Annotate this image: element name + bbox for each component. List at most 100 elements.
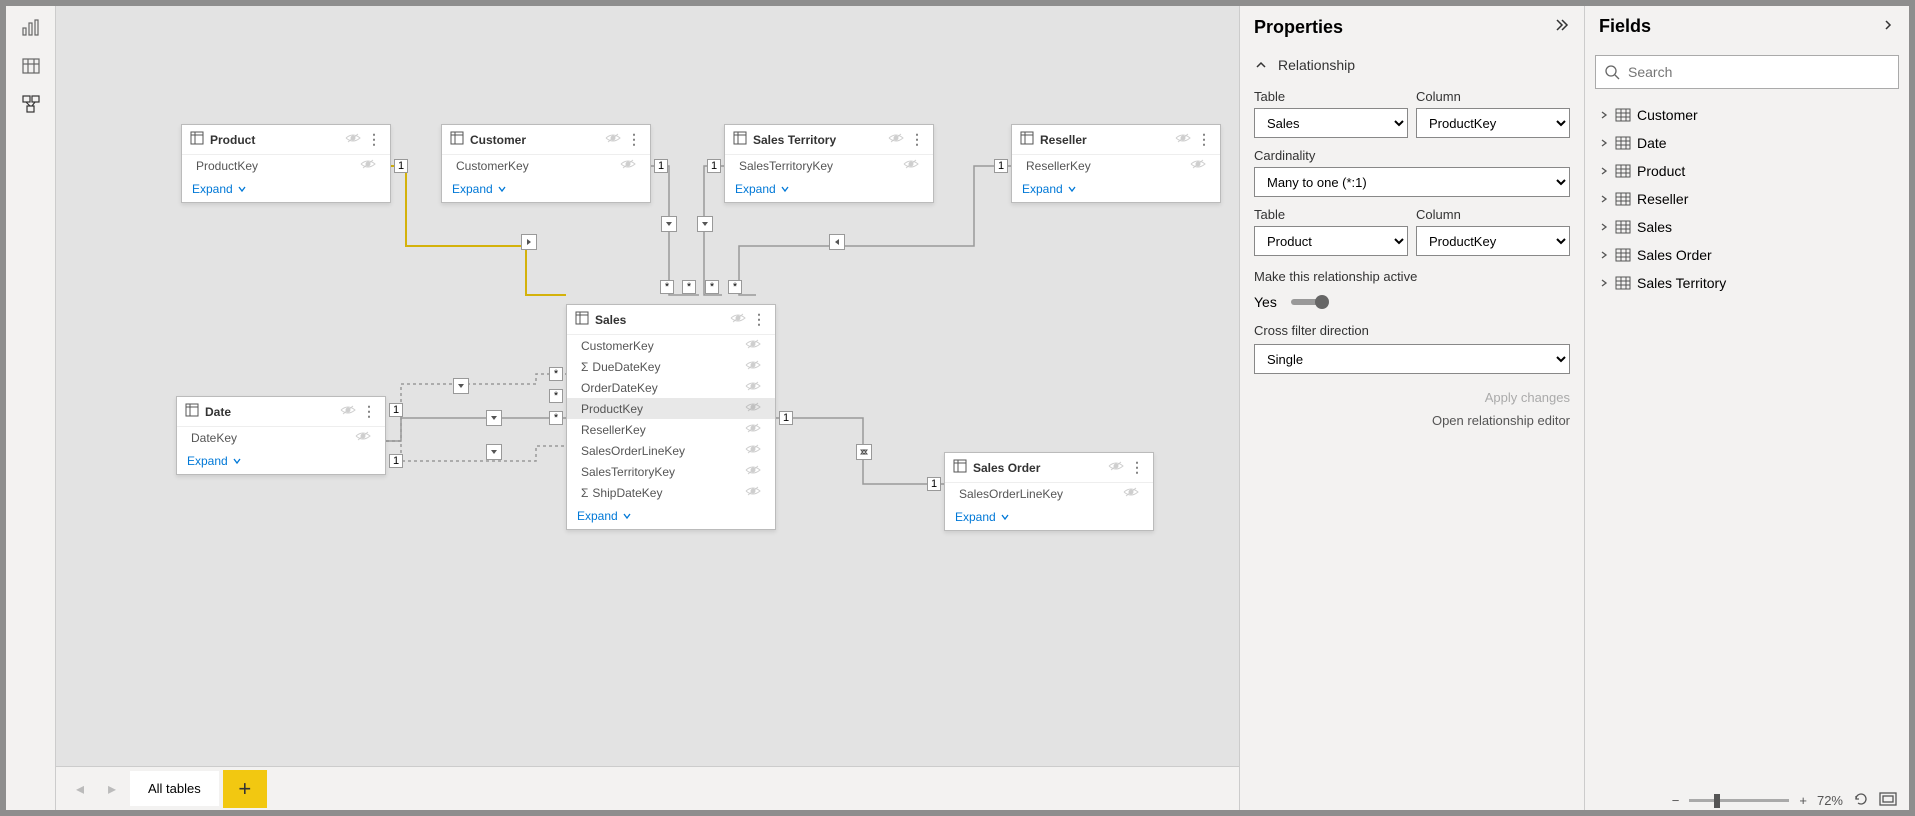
filter-direction-icon[interactable] xyxy=(661,216,677,232)
cross-select[interactable]: Single xyxy=(1254,344,1570,374)
visibility-icon[interactable] xyxy=(620,158,636,173)
data-view-icon[interactable] xyxy=(21,56,41,76)
filter-direction-icon[interactable] xyxy=(856,444,872,460)
expand-link[interactable]: Expand xyxy=(182,176,390,202)
chevron-right-icon[interactable] xyxy=(1881,16,1895,37)
field-row[interactable]: SalesOrderLineKey xyxy=(945,483,1153,504)
table-card-territory[interactable]: Sales Territory⋮SalesTerritoryKeyExpand xyxy=(724,124,934,203)
expand-link[interactable]: Expand xyxy=(1012,176,1220,202)
field-row[interactable]: CustomerKey xyxy=(567,335,775,356)
more-icon[interactable]: ⋮ xyxy=(1197,131,1212,148)
filter-direction-icon[interactable] xyxy=(453,378,469,394)
expand-link[interactable]: Expand xyxy=(442,176,650,202)
column2-select[interactable]: ProductKey xyxy=(1416,226,1570,256)
visibility-icon[interactable] xyxy=(345,132,361,147)
visibility-icon[interactable] xyxy=(1123,486,1139,501)
field-table-item[interactable]: Customer xyxy=(1595,101,1899,129)
search-box[interactable] xyxy=(1595,55,1899,89)
table1-select[interactable]: Sales xyxy=(1254,108,1408,138)
prev-page-button[interactable]: ◂ xyxy=(66,775,94,803)
table-card-salesorder[interactable]: Sales Order⋮SalesOrderLineKeyExpand xyxy=(944,452,1154,531)
table-card-reseller[interactable]: Reseller⋮ResellerKeyExpand xyxy=(1011,124,1221,203)
expand-link[interactable]: Expand xyxy=(725,176,933,202)
expand-link[interactable]: Expand xyxy=(177,448,385,474)
visibility-icon[interactable] xyxy=(1190,158,1206,173)
section-relationship[interactable]: Relationship xyxy=(1240,49,1584,81)
reset-zoom-icon[interactable] xyxy=(1853,791,1869,810)
table-card-customer[interactable]: Customer⋮CustomerKeyExpand xyxy=(441,124,651,203)
visibility-icon[interactable] xyxy=(888,132,904,147)
filter-direction-icon[interactable] xyxy=(486,444,502,460)
visibility-icon[interactable] xyxy=(355,430,371,445)
more-icon[interactable]: ⋮ xyxy=(1130,459,1145,476)
visibility-icon[interactable] xyxy=(745,359,761,374)
more-icon[interactable]: ⋮ xyxy=(627,131,642,148)
visibility-icon[interactable] xyxy=(340,404,356,419)
field-row[interactable]: ResellerKey xyxy=(567,419,775,440)
expand-link[interactable]: Expand xyxy=(567,503,775,529)
field-row[interactable]: CustomerKey xyxy=(442,155,650,176)
visibility-icon[interactable] xyxy=(745,422,761,437)
filter-direction-icon[interactable] xyxy=(697,216,713,232)
visibility-icon[interactable] xyxy=(745,401,761,416)
field-row[interactable]: ProductKey xyxy=(567,398,775,419)
cardinality-select[interactable]: Many to one (*:1) xyxy=(1254,167,1570,197)
filter-direction-icon[interactable] xyxy=(829,234,845,250)
open-editor-link[interactable]: Open relationship editor xyxy=(1254,409,1570,432)
visibility-icon[interactable] xyxy=(360,158,376,173)
field-row[interactable]: DateKey xyxy=(177,427,385,448)
table2-select[interactable]: Product xyxy=(1254,226,1408,256)
visibility-icon[interactable] xyxy=(1175,132,1191,147)
field-table-item[interactable]: Product xyxy=(1595,157,1899,185)
apply-changes-link[interactable]: Apply changes xyxy=(1254,386,1570,409)
table-card-product[interactable]: Product⋮ProductKeyExpand xyxy=(181,124,391,203)
visibility-icon[interactable] xyxy=(745,380,761,395)
page-tab[interactable]: All tables xyxy=(130,771,219,806)
zoom-out[interactable]: − xyxy=(1672,793,1680,808)
filter-direction-icon[interactable] xyxy=(486,410,502,426)
fit-page-icon[interactable] xyxy=(1879,792,1897,809)
field-row[interactable]: OrderDateKey xyxy=(567,377,775,398)
visibility-icon[interactable] xyxy=(745,485,761,500)
add-page-button[interactable]: + xyxy=(223,770,267,808)
field-row[interactable]: SalesOrderLineKey xyxy=(567,440,775,461)
field-label: Sales xyxy=(1637,219,1672,235)
field-row[interactable]: SalesTerritoryKey xyxy=(567,461,775,482)
field-row[interactable]: ProductKey xyxy=(182,155,390,176)
field-row[interactable]: ΣDueDateKey xyxy=(567,356,775,377)
search-input[interactable] xyxy=(1628,64,1890,80)
filter-direction-icon[interactable] xyxy=(521,234,537,250)
more-icon[interactable]: ⋮ xyxy=(910,131,925,148)
zoom-slider[interactable] xyxy=(1689,799,1789,802)
report-view-icon[interactable] xyxy=(21,18,41,38)
next-page-button[interactable]: ▸ xyxy=(98,775,126,803)
expand-link[interactable]: Expand xyxy=(945,504,1153,530)
visibility-icon[interactable] xyxy=(730,312,746,327)
zoom-in[interactable]: + xyxy=(1799,793,1807,808)
table-card-sales[interactable]: Sales⋮CustomerKeyΣDueDateKeyOrderDateKey… xyxy=(566,304,776,530)
more-icon[interactable]: ⋮ xyxy=(752,311,767,328)
visibility-icon[interactable] xyxy=(745,338,761,353)
visibility-icon[interactable] xyxy=(605,132,621,147)
visibility-icon[interactable] xyxy=(903,158,919,173)
visibility-icon[interactable] xyxy=(745,464,761,479)
active-toggle[interactable] xyxy=(1291,299,1327,305)
field-table-item[interactable]: Sales Territory xyxy=(1595,269,1899,297)
more-icon[interactable]: ⋮ xyxy=(367,131,382,148)
table-card-date[interactable]: Date⋮DateKeyExpand xyxy=(176,396,386,475)
field-table-item[interactable]: Sales Order xyxy=(1595,241,1899,269)
field-row[interactable]: ΣShipDateKey xyxy=(567,482,775,503)
visibility-icon[interactable] xyxy=(1108,460,1124,475)
model-canvas[interactable]: 1 1 1 1 1 1 1 1 * * * * * * * Product⋮Pr… xyxy=(56,6,1239,766)
field-row[interactable]: SalesTerritoryKey xyxy=(725,155,933,176)
model-view-icon[interactable] xyxy=(21,94,41,114)
column1-select[interactable]: ProductKey xyxy=(1416,108,1570,138)
field-row[interactable]: ResellerKey xyxy=(1012,155,1220,176)
cardinality-many: * xyxy=(549,411,563,425)
more-icon[interactable]: ⋮ xyxy=(362,403,377,420)
field-table-item[interactable]: Sales xyxy=(1595,213,1899,241)
collapse-icon[interactable] xyxy=(1552,16,1570,39)
field-table-item[interactable]: Reseller xyxy=(1595,185,1899,213)
field-table-item[interactable]: Date xyxy=(1595,129,1899,157)
visibility-icon[interactable] xyxy=(745,443,761,458)
